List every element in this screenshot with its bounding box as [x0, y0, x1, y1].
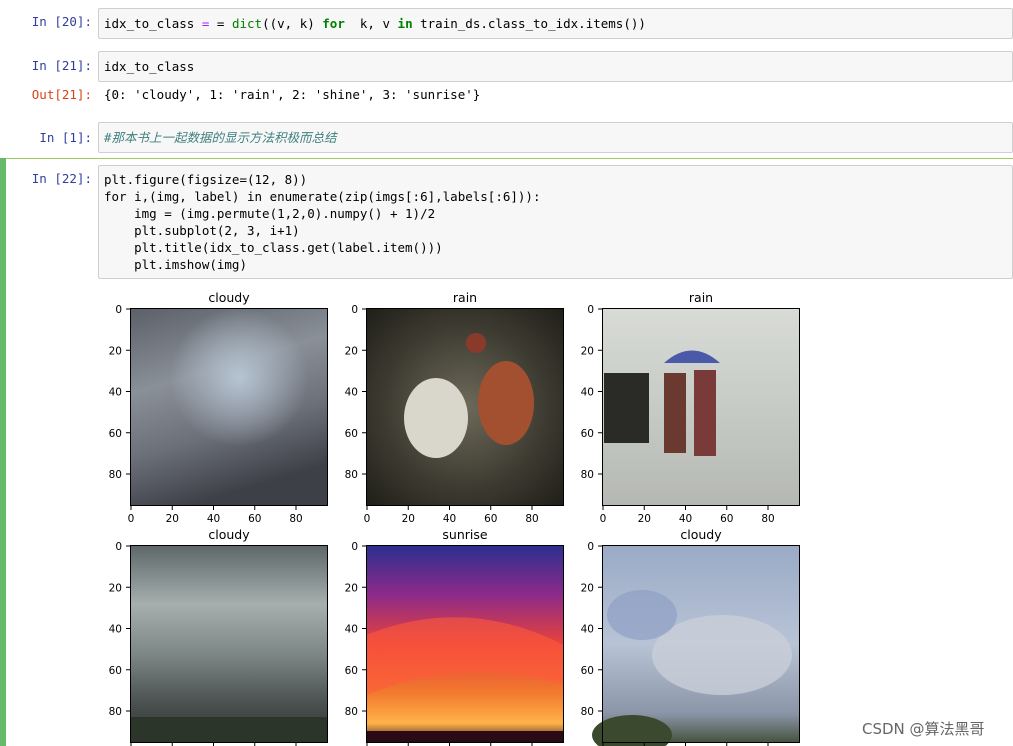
ytick-label: 60	[581, 665, 594, 677]
ytick-label: 20	[345, 345, 358, 357]
ytick-label: 40	[345, 387, 358, 399]
ytick-label: 20	[345, 582, 358, 594]
subplot-image-4	[130, 545, 328, 743]
ytick-label: 0	[115, 304, 122, 316]
subplot-title-1: cloudy	[208, 290, 250, 305]
subplot-1: cloudy 0 20 40 60 80 0 20 40 60 80	[109, 290, 328, 525]
figure-output: cloudy 0 20 40 60 80 0 20 40 60 80 rain 0 20 40 60 80 0 20…	[109, 290, 800, 746]
xtick-label: 80	[525, 513, 538, 525]
xtick-label: 40	[207, 513, 220, 525]
subplot-title-4: cloudy	[208, 527, 250, 542]
ytick-label: 20	[581, 345, 594, 357]
xtick-label: 0	[600, 513, 607, 525]
ytick-label: 0	[587, 541, 594, 553]
ytick-label: 20	[109, 582, 122, 594]
xtick-label: 0	[364, 513, 371, 525]
ytick-label: 60	[109, 428, 122, 440]
ytick-label: 40	[345, 624, 358, 636]
xtick-label: 80	[289, 513, 302, 525]
subplot-5: sunrise 0 20 40 60 80	[345, 527, 564, 746]
xtick-label: 80	[761, 513, 774, 525]
subplot-2: rain 0 20 40 60 80 0 20 40 60 80	[345, 290, 564, 525]
ytick-label: 0	[351, 541, 358, 553]
ytick-label: 80	[581, 469, 594, 481]
ox-right	[478, 361, 534, 445]
xtick-label: 60	[720, 513, 733, 525]
person-right	[694, 370, 716, 456]
subplot-title-5: sunrise	[442, 527, 487, 542]
ytick-label: 80	[109, 706, 122, 718]
csdn-watermark: CSDN @算法黑哥	[862, 720, 985, 738]
xtick-label: 20	[166, 513, 179, 525]
ox-left	[404, 378, 468, 458]
xtick-label: 40	[443, 513, 456, 525]
ytick-label: 20	[109, 345, 122, 357]
xtick-label: 20	[402, 513, 415, 525]
xtick-label: 40	[679, 513, 692, 525]
ytick-label: 60	[345, 665, 358, 677]
blue-patch	[607, 590, 677, 640]
ytick-label: 40	[581, 624, 594, 636]
xtick-label: 60	[248, 513, 261, 525]
xtick-label: 20	[638, 513, 651, 525]
ytick-label: 80	[345, 706, 358, 718]
ytick-label: 0	[587, 304, 594, 316]
ytick-label: 60	[581, 428, 594, 440]
subplot-title-2: rain	[453, 290, 477, 305]
field-treeline	[130, 717, 328, 743]
person-left	[664, 373, 686, 453]
subplot-6: cloudy 0 20 40 60 80	[581, 527, 800, 746]
ytick-label: 40	[109, 387, 122, 399]
ytick-label: 0	[115, 541, 122, 553]
subplot-title-3: rain	[689, 290, 713, 305]
subplot-4: cloudy 0 20 40 60 80	[109, 527, 328, 746]
ytick-label: 40	[581, 387, 594, 399]
ytick-label: 20	[581, 582, 594, 594]
xtick-label: 0	[128, 513, 135, 525]
horizon	[366, 731, 564, 743]
rider	[466, 333, 486, 353]
ytick-label: 60	[109, 665, 122, 677]
ytick-label: 0	[351, 304, 358, 316]
cloud-mass	[652, 615, 792, 695]
ytick-label: 60	[345, 428, 358, 440]
subplot-3: rain 0 20 40 60 80 0 20 40 60 80	[581, 290, 800, 525]
ytick-label: 80	[581, 706, 594, 718]
auto-rickshaw	[604, 373, 649, 443]
sky-highlight	[130, 308, 328, 506]
ytick-label: 80	[109, 469, 122, 481]
xtick-label: 60	[484, 513, 497, 525]
ytick-label: 80	[345, 469, 358, 481]
subplot-title-6: cloudy	[680, 527, 722, 542]
ytick-label: 40	[109, 624, 122, 636]
